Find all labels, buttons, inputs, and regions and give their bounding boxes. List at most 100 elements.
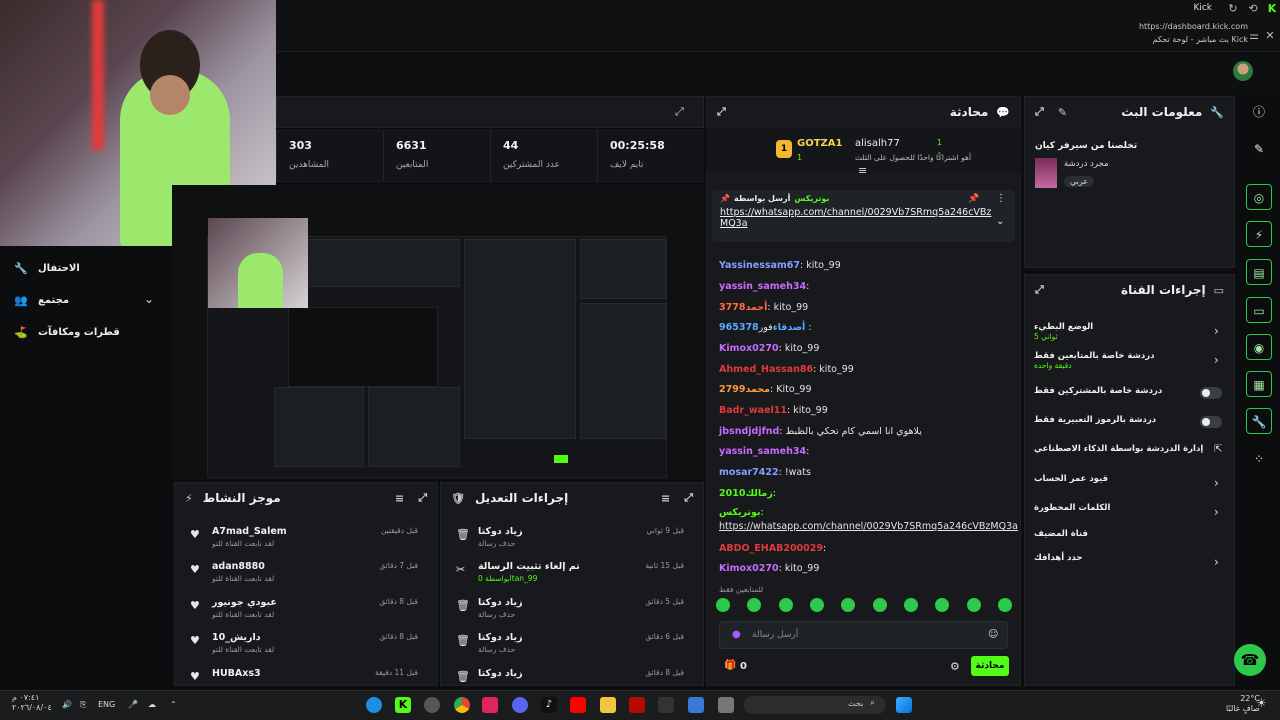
tiktok-icon[interactable]: ♪ [541, 697, 557, 713]
activity-item[interactable]: ♥ adan8880 لقد تابعت القناة للتو قبل 7 دقائ… [180, 561, 430, 591]
expand-icon[interactable]: ⤢ [1035, 105, 1044, 119]
emote-icon[interactable] [809, 598, 824, 612]
chat-username[interactable]: 2799 [719, 384, 745, 395]
external-link-icon[interactable]: ⇱ [1214, 444, 1222, 455]
weather-widget[interactable]: 22°C صافٍ غالبًا [1226, 694, 1260, 714]
expand-icon[interactable]: ⤢ [418, 491, 427, 505]
channel-action-item[interactable]: حدد أهدافك [1034, 553, 1082, 563]
emote-icon[interactable] [747, 598, 762, 612]
cloud-icon[interactable]: ☁ [148, 700, 156, 709]
chat-message[interactable]: yassin_sameh34: [719, 446, 809, 457]
chat-message[interactable]: jbsndjdjfnd: يلاهوي انا اسمي كام تحكي با… [719, 426, 922, 437]
emote-icon[interactable] [997, 598, 1012, 612]
volume-icon[interactable]: 🔊 [62, 700, 72, 709]
nav-item-rewards[interactable]: ⛳ قطرات ومكافآت [14, 326, 120, 339]
edge-icon[interactable] [366, 697, 382, 713]
chat-message[interactable]: 2010زمالك: [719, 488, 776, 499]
emote-icon[interactable] [966, 598, 981, 612]
leader-name[interactable]: GOTZA1 [797, 138, 842, 149]
mod-action-item[interactable]: 🗑 زياد دوكتا حذف رسالة قبل 6 دقائق [446, 632, 696, 662]
nav-item-community[interactable]: 👥 مجتمع [14, 294, 69, 307]
chat-message[interactable]: Kimox0270: kito_99 [719, 343, 819, 354]
taskbar-search[interactable]: بحث ⌕ [744, 696, 886, 714]
chat-username[interactable]: yassin_sameh34 [719, 446, 806, 457]
expand-icon[interactable]: ⤢ [1035, 283, 1044, 297]
chat-message[interactable]: ABDO_EHAB200029: [719, 543, 826, 554]
expand-icon[interactable]: ⤢ [675, 105, 684, 119]
channel-action-item[interactable]: دردشة خاصة بالمشتركين فقط [1034, 386, 1162, 396]
store-icon[interactable] [688, 697, 704, 713]
chevron-down-icon[interactable]: ⌄ [144, 292, 154, 306]
expand-icon[interactable]: ⤢ [684, 491, 693, 505]
pencil-icon[interactable]: ✎ [1246, 136, 1272, 162]
emote-icon[interactable] [716, 598, 730, 612]
chat-username[interactable]: mosar7422 [719, 467, 779, 478]
chat-username[interactable]: jbsndjdjfnd [719, 426, 779, 437]
info-icon[interactable]: ⓘ [1246, 99, 1272, 125]
chat-message[interactable]: https://whatsapp.com/channel/0029Vb7SRmq… [719, 521, 1018, 532]
broadcast-icon[interactable]: ◉ [1246, 334, 1272, 360]
mod-action-item[interactable]: 🗑 زياد دوكتا حذف رسالة قبل 5 دقائق [446, 597, 696, 627]
channel-action-item[interactable]: دردشة خاصة بالمتابعين فقط دقيقة واحدة [1034, 351, 1155, 370]
toggle-switch[interactable] [1200, 387, 1222, 399]
language-indicator[interactable]: ENG [98, 700, 115, 709]
document-icon[interactable]: ▤ [1246, 259, 1272, 285]
nav-item-celebration[interactable]: 🔧 الاحتفال [14, 262, 80, 275]
kick-app-icon[interactable]: K [395, 697, 411, 713]
chevron-right-icon[interactable]: › [1214, 555, 1219, 569]
toggle-switch[interactable] [1200, 416, 1222, 428]
tune-icon[interactable]: ⚌ [1248, 30, 1260, 42]
discord-icon[interactable] [512, 697, 528, 713]
chat-username[interactable]: ABDO_EHAB200029 [719, 543, 823, 554]
emoji-icon[interactable]: ☺ [988, 629, 998, 640]
youtube-icon[interactable] [570, 697, 586, 713]
chat-username[interactable]: 965378 [719, 322, 759, 333]
chat-message[interactable]: Yassinessam67: kito_99 [719, 260, 841, 271]
chat-username[interactable]: yassin_sameh34 [719, 281, 806, 292]
settings-icon[interactable]: ⚙ [950, 660, 960, 673]
chat-message[interactable]: Kimox0270: kito_99 [719, 563, 819, 574]
edit-icon[interactable]: ✎ [1058, 106, 1067, 119]
pin-icon[interactable]: 📌 [968, 194, 979, 204]
chat-message[interactable]: mosar7422: !wats [719, 467, 811, 478]
emote-icon[interactable] [903, 598, 918, 612]
emote-icon[interactable] [841, 598, 856, 612]
send-chat-button[interactable]: محادثة [971, 656, 1009, 676]
expand-icon[interactable]: ⤢ [717, 105, 726, 119]
channel-action-item[interactable]: إدارة الدردشة بواسطة الذكاء الاصطناعي [1034, 444, 1203, 454]
lightning-icon[interactable]: ⚡ [1246, 221, 1272, 247]
emote-icon[interactable] [935, 598, 950, 612]
chat-message[interactable]: 2799محمد: Kito_99 [719, 384, 812, 395]
mod-action-item[interactable]: ✂ تم إلغاء تثبيت الرسالة بواسطة 0ltan_99 قب… [446, 561, 696, 591]
chevron-right-icon[interactable]: › [1214, 353, 1219, 367]
chat-username[interactable]: Kimox0270 [719, 343, 779, 354]
close-icon[interactable]: ✕ [1264, 30, 1276, 42]
windows-start-icon[interactable] [896, 697, 912, 713]
chat-icon[interactable]: ▭ [1246, 297, 1272, 323]
tab-title[interactable]: Kick [1193, 3, 1212, 13]
epic-games-icon[interactable] [658, 697, 674, 713]
chrome-icon[interactable] [454, 697, 470, 713]
channel-action-item[interactable]: قيود عمر الحساب [1034, 474, 1108, 484]
pinned-message[interactable]: 📌 أرسل بواسطة بوتريكس https://whatsapp.c… [712, 190, 1015, 242]
pinned-link[interactable]: https://whatsapp.com/channel/0029Vb7SRmq… [720, 207, 1007, 218]
chat-username[interactable]: Ahmed_Hassan86 [719, 364, 813, 375]
channel-action-item[interactable]: دردشة بالرموز التعبيرية فقط [1034, 415, 1156, 425]
network-icon[interactable]: ⎘ [80, 700, 86, 710]
chat-username[interactable]: Yassinessam67 [719, 260, 800, 271]
chevron-right-icon[interactable]: › [1214, 476, 1219, 490]
chevron-right-icon[interactable]: › [1214, 324, 1219, 338]
emote-icon[interactable] [872, 598, 887, 612]
history-icon[interactable]: ⟲ [1247, 3, 1259, 15]
chat-message[interactable]: 965378 أصدقاءفور : [719, 322, 812, 333]
wrench-icon[interactable]: 🔧 [1246, 408, 1272, 434]
chevron-down-icon[interactable]: ⌄ [996, 216, 1004, 227]
camera-icon[interactable]: ◎ [1246, 184, 1272, 210]
chat-message[interactable]: بوتريكس: [719, 507, 764, 518]
activity-item[interactable]: ♥ عبودي جونيور لقد تابعت القناة للتو قبل 8 … [180, 597, 430, 627]
chat-message[interactable]: Badr_wael11: kito_99 [719, 405, 828, 416]
obs-icon[interactable] [424, 697, 440, 713]
folder-icon[interactable] [600, 697, 616, 713]
chevron-up-icon[interactable]: ⌃ [170, 700, 177, 709]
chat-message[interactable]: yassin_sameh34: [719, 281, 809, 292]
